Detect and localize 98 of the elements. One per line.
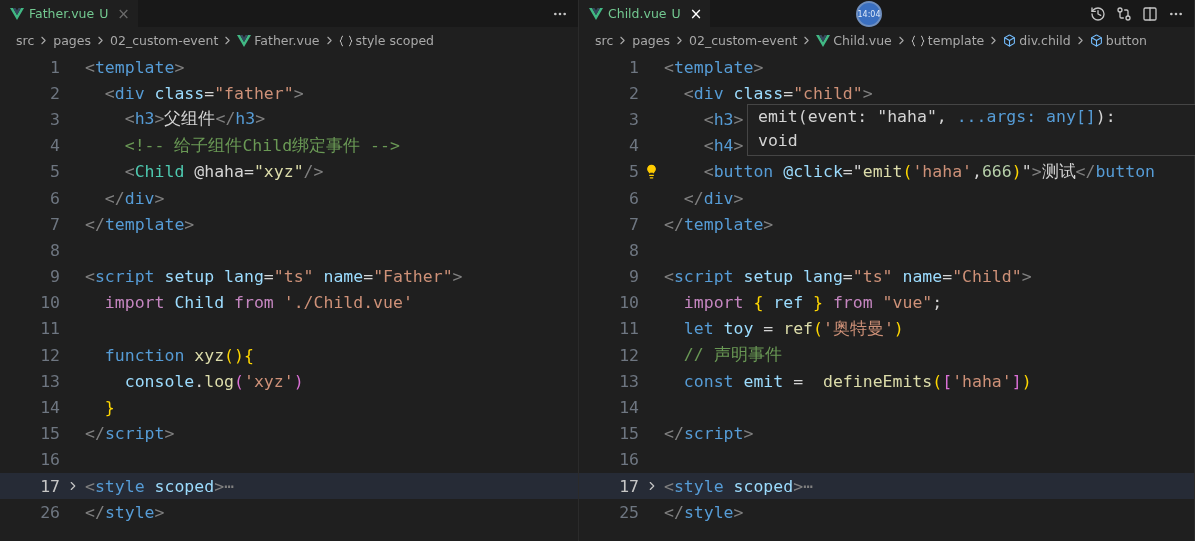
code-line: </script> xyxy=(664,424,754,444)
line-number: 3 xyxy=(628,109,639,129)
line-number: 8 xyxy=(628,240,639,260)
vue-logo-icon xyxy=(816,34,831,47)
editor-tab[interactable]: Father.vue U × xyxy=(0,0,138,27)
code-line: <script setup lang="ts" name="Child"> xyxy=(664,267,1032,287)
breadcrumb[interactable]: src xyxy=(16,33,35,48)
line-number: 7 xyxy=(628,214,639,234)
code-line: </template> xyxy=(85,214,195,234)
breadcrumb[interactable]: src xyxy=(595,33,614,48)
line-number: 16 xyxy=(39,450,60,470)
code-line: </div> xyxy=(103,188,165,208)
line-number: 1 xyxy=(628,57,639,77)
line-number: 8 xyxy=(49,240,60,260)
breadcrumb[interactable]: div.child xyxy=(1019,33,1071,48)
code-line: function xyz(){ xyxy=(103,345,254,365)
cube-icon xyxy=(1003,34,1017,47)
line-number: 9 xyxy=(628,267,639,287)
line-number: 16 xyxy=(618,450,639,470)
code-line: </div> xyxy=(682,188,744,208)
close-icon[interactable]: × xyxy=(689,4,703,23)
vue-logo-icon xyxy=(589,7,603,20)
code-line: } xyxy=(103,398,115,418)
line-number: 6 xyxy=(628,188,639,208)
line-number: 25 xyxy=(618,502,639,522)
braces-icon xyxy=(910,34,925,47)
code-line: let toy = ref('奥特曼') xyxy=(682,317,904,340)
code-line: <h4> xyxy=(702,136,744,156)
line-number: 14 xyxy=(618,398,639,418)
code-line: <template> xyxy=(664,57,764,77)
line-number: 14 xyxy=(39,398,60,418)
breadcrumb[interactable]: template xyxy=(927,33,985,48)
code-line: <!-- 给子组件Child绑定事件 --> xyxy=(123,134,400,157)
untracked-status: U xyxy=(671,6,681,21)
code-line: <Child @haha="xyz"/> xyxy=(123,162,324,182)
vue-logo-icon xyxy=(237,34,252,47)
split-editor-icon[interactable] xyxy=(1142,5,1158,22)
code-line: </style> xyxy=(664,502,744,522)
line-number: 5 xyxy=(628,162,639,182)
line-number: 1 xyxy=(49,57,60,77)
line-number: 7 xyxy=(49,214,60,234)
vue-logo-icon xyxy=(10,7,24,20)
line-number: 11 xyxy=(39,319,60,339)
code-line: <style scoped>⋯ xyxy=(85,476,235,496)
line-number: 17 xyxy=(39,476,60,496)
code-line: <script setup lang="ts" name="Father"> xyxy=(85,267,463,287)
code-line: <div class="child"> xyxy=(682,83,873,103)
code-line: </script> xyxy=(85,424,175,444)
code-line: // 声明事件 xyxy=(682,344,782,367)
tab-title: Child.vue xyxy=(608,6,667,21)
line-number: 11 xyxy=(618,319,639,339)
breadcrumb[interactable]: Child.vue xyxy=(833,33,892,48)
code-line: import { ref } from "vue"; xyxy=(682,293,943,313)
history-icon[interactable] xyxy=(1090,5,1106,22)
code-line: <h3>父组件</h3> xyxy=(123,108,266,131)
line-number: 26 xyxy=(39,502,60,522)
breadcrumb[interactable]: 02_custom-event xyxy=(110,33,219,48)
line-number: 4 xyxy=(628,136,639,156)
line-number: 3 xyxy=(49,109,60,129)
line-number: 13 xyxy=(39,371,60,391)
line-number: 6 xyxy=(49,188,60,208)
breadcrumb[interactable]: 02_custom-event xyxy=(689,33,798,48)
line-number: 10 xyxy=(39,293,60,313)
line-number: 4 xyxy=(49,136,60,156)
line-number: 15 xyxy=(618,424,639,444)
line-number: 15 xyxy=(39,424,60,444)
code-line: const emit = defineEmits(['haha']) xyxy=(682,371,1032,391)
code-line: </template> xyxy=(664,214,774,234)
line-number: 9 xyxy=(49,267,60,287)
editor-tab[interactable]: Child.vue U × xyxy=(579,0,711,27)
code-line: </style> xyxy=(85,502,165,522)
untracked-status: U xyxy=(99,6,109,21)
line-number: 17 xyxy=(618,476,639,496)
line-number: 12 xyxy=(39,345,60,365)
breadcrumb[interactable]: style scoped xyxy=(355,33,435,48)
line-number: 2 xyxy=(49,83,60,103)
cube-icon xyxy=(1089,34,1103,47)
tab-title: Father.vue xyxy=(29,6,95,21)
line-number: 2 xyxy=(628,83,639,103)
braces-icon xyxy=(338,34,353,47)
code-line: console.log('xyz') xyxy=(123,371,304,391)
code-line: <template> xyxy=(85,57,185,77)
line-number: 5 xyxy=(49,162,60,182)
code-line: <h3> xyxy=(702,109,744,129)
line-number: 10 xyxy=(618,293,639,313)
line-number: 13 xyxy=(618,371,639,391)
breadcrumb[interactable]: Father.vue xyxy=(254,33,320,48)
compare-icon[interactable] xyxy=(1116,5,1132,22)
code-line: <style scoped>⋯ xyxy=(664,476,814,496)
breadcrumb[interactable]: pages xyxy=(53,33,91,48)
breadcrumb[interactable]: pages xyxy=(632,33,670,48)
hover-tooltip: emit(event: "haha", ...args: any[]): void xyxy=(747,104,1195,156)
code-line: import Child from './Child.vue' xyxy=(103,293,413,313)
code-line: <button @click="emit('haha',666)">测试</button xyxy=(702,160,1156,183)
code-line: <div class="father"> xyxy=(103,83,304,103)
lightbulb-icon[interactable] xyxy=(644,164,659,180)
line-number: 12 xyxy=(618,345,639,365)
breadcrumb[interactable]: button xyxy=(1105,33,1147,48)
